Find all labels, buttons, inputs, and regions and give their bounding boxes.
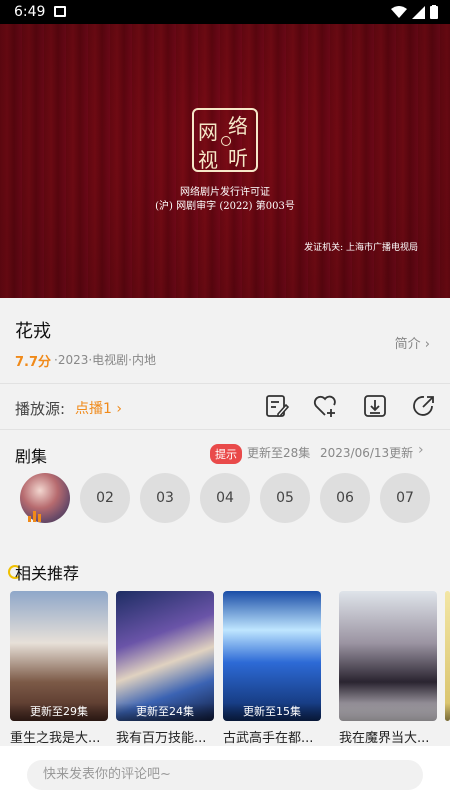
license-title: 网络剧片发行许可证 bbox=[180, 187, 270, 198]
source-selector[interactable]: 点播1 › bbox=[75, 398, 122, 418]
recommend-card[interactable]: 我在魔界当大... bbox=[339, 591, 437, 746]
card-overlay bbox=[445, 703, 450, 721]
comment-input[interactable]: 快来发表你的评论吧~ bbox=[27, 760, 423, 790]
card-overlay bbox=[339, 703, 437, 721]
status-time: 6:49 bbox=[14, 4, 46, 20]
recommend-card[interactable]: 更新至29集 重生之我是大... bbox=[10, 591, 108, 746]
intro-link[interactable]: 简介 › bbox=[395, 333, 430, 352]
card-overlay: 更新至15集 bbox=[223, 703, 321, 721]
poster-image bbox=[445, 591, 450, 721]
image-notification-icon bbox=[54, 6, 66, 17]
poster-image: 更新至24集 bbox=[116, 591, 214, 721]
card-overlay: 更新至24集 bbox=[116, 703, 214, 721]
card-caption: 重生之我是大... bbox=[10, 731, 101, 746]
seal-char-1: 网 bbox=[198, 120, 218, 144]
poster-image: 更新至29集 bbox=[10, 591, 108, 721]
show-rating: 7.7分 bbox=[15, 355, 52, 370]
episode-button[interactable]: 02 bbox=[80, 473, 130, 523]
playing-equalizer-icon bbox=[28, 510, 42, 522]
episode-button[interactable]: 03 bbox=[140, 473, 190, 523]
signal-icon bbox=[412, 5, 425, 19]
poster-image bbox=[339, 591, 437, 721]
episode-button[interactable]: 05 bbox=[260, 473, 310, 523]
video-player[interactable]: 网 络 视 听 网络剧片发行许可证 (沪) 网剧审字 (2022) 第003号 … bbox=[0, 24, 450, 298]
episodes-title: 剧集 bbox=[15, 447, 48, 466]
source-label: 播放源: bbox=[15, 400, 66, 418]
episode-button[interactable]: 06 bbox=[320, 473, 370, 523]
card-overlay: 更新至29集 bbox=[10, 703, 108, 721]
share-icon[interactable] bbox=[411, 393, 437, 419]
divider bbox=[0, 429, 450, 430]
divider bbox=[0, 383, 450, 384]
chevron-right-icon[interactable]: › bbox=[418, 442, 424, 458]
edit-note-icon[interactable] bbox=[264, 393, 290, 419]
battery-icon bbox=[430, 5, 438, 19]
license-issuer: 发证机关: 上海市广播电视局 bbox=[304, 243, 418, 253]
wifi-icon bbox=[391, 5, 407, 18]
poster-image: 更新至15集 bbox=[223, 591, 321, 721]
episode-button[interactable]: 04 bbox=[200, 473, 250, 523]
card-caption: 我在魔界当大... bbox=[339, 731, 430, 746]
play-circle-icon bbox=[221, 136, 231, 146]
license-seal-logo: 网 络 视 听 bbox=[192, 108, 258, 172]
episodes-badge: 提示 bbox=[210, 444, 242, 464]
status-bar: 6:49 bbox=[0, 0, 450, 24]
heart-add-icon[interactable] bbox=[312, 393, 338, 419]
seal-char-4: 听 bbox=[228, 146, 248, 170]
card-caption: 古武高手在都... bbox=[223, 731, 314, 746]
license-number: (沪) 网剧审字 (2022) 第003号 bbox=[155, 201, 295, 212]
recommend-card[interactable]: 更新至15集 古武高手在都... bbox=[223, 591, 321, 746]
seal-char-3: 视 bbox=[198, 148, 218, 172]
recommend-card[interactable]: 更新至24集 我有百万技能... bbox=[116, 591, 214, 746]
recommend-title: 相关推荐 bbox=[15, 564, 80, 583]
status-icons bbox=[391, 5, 438, 19]
episodes-date-text[interactable]: 2023/06/13更新 bbox=[320, 444, 413, 461]
show-title: 花戎 bbox=[15, 321, 51, 342]
recommend-card[interactable] bbox=[445, 591, 450, 727]
card-caption: 我有百万技能... bbox=[116, 731, 207, 746]
episodes-update-text[interactable]: 更新至28集 bbox=[247, 444, 310, 461]
show-meta: ·2023·电视剧·内地 bbox=[54, 353, 156, 367]
episode-button[interactable]: 07 bbox=[380, 473, 430, 523]
download-icon[interactable] bbox=[362, 393, 388, 419]
seal-char-2: 络 bbox=[228, 114, 248, 138]
